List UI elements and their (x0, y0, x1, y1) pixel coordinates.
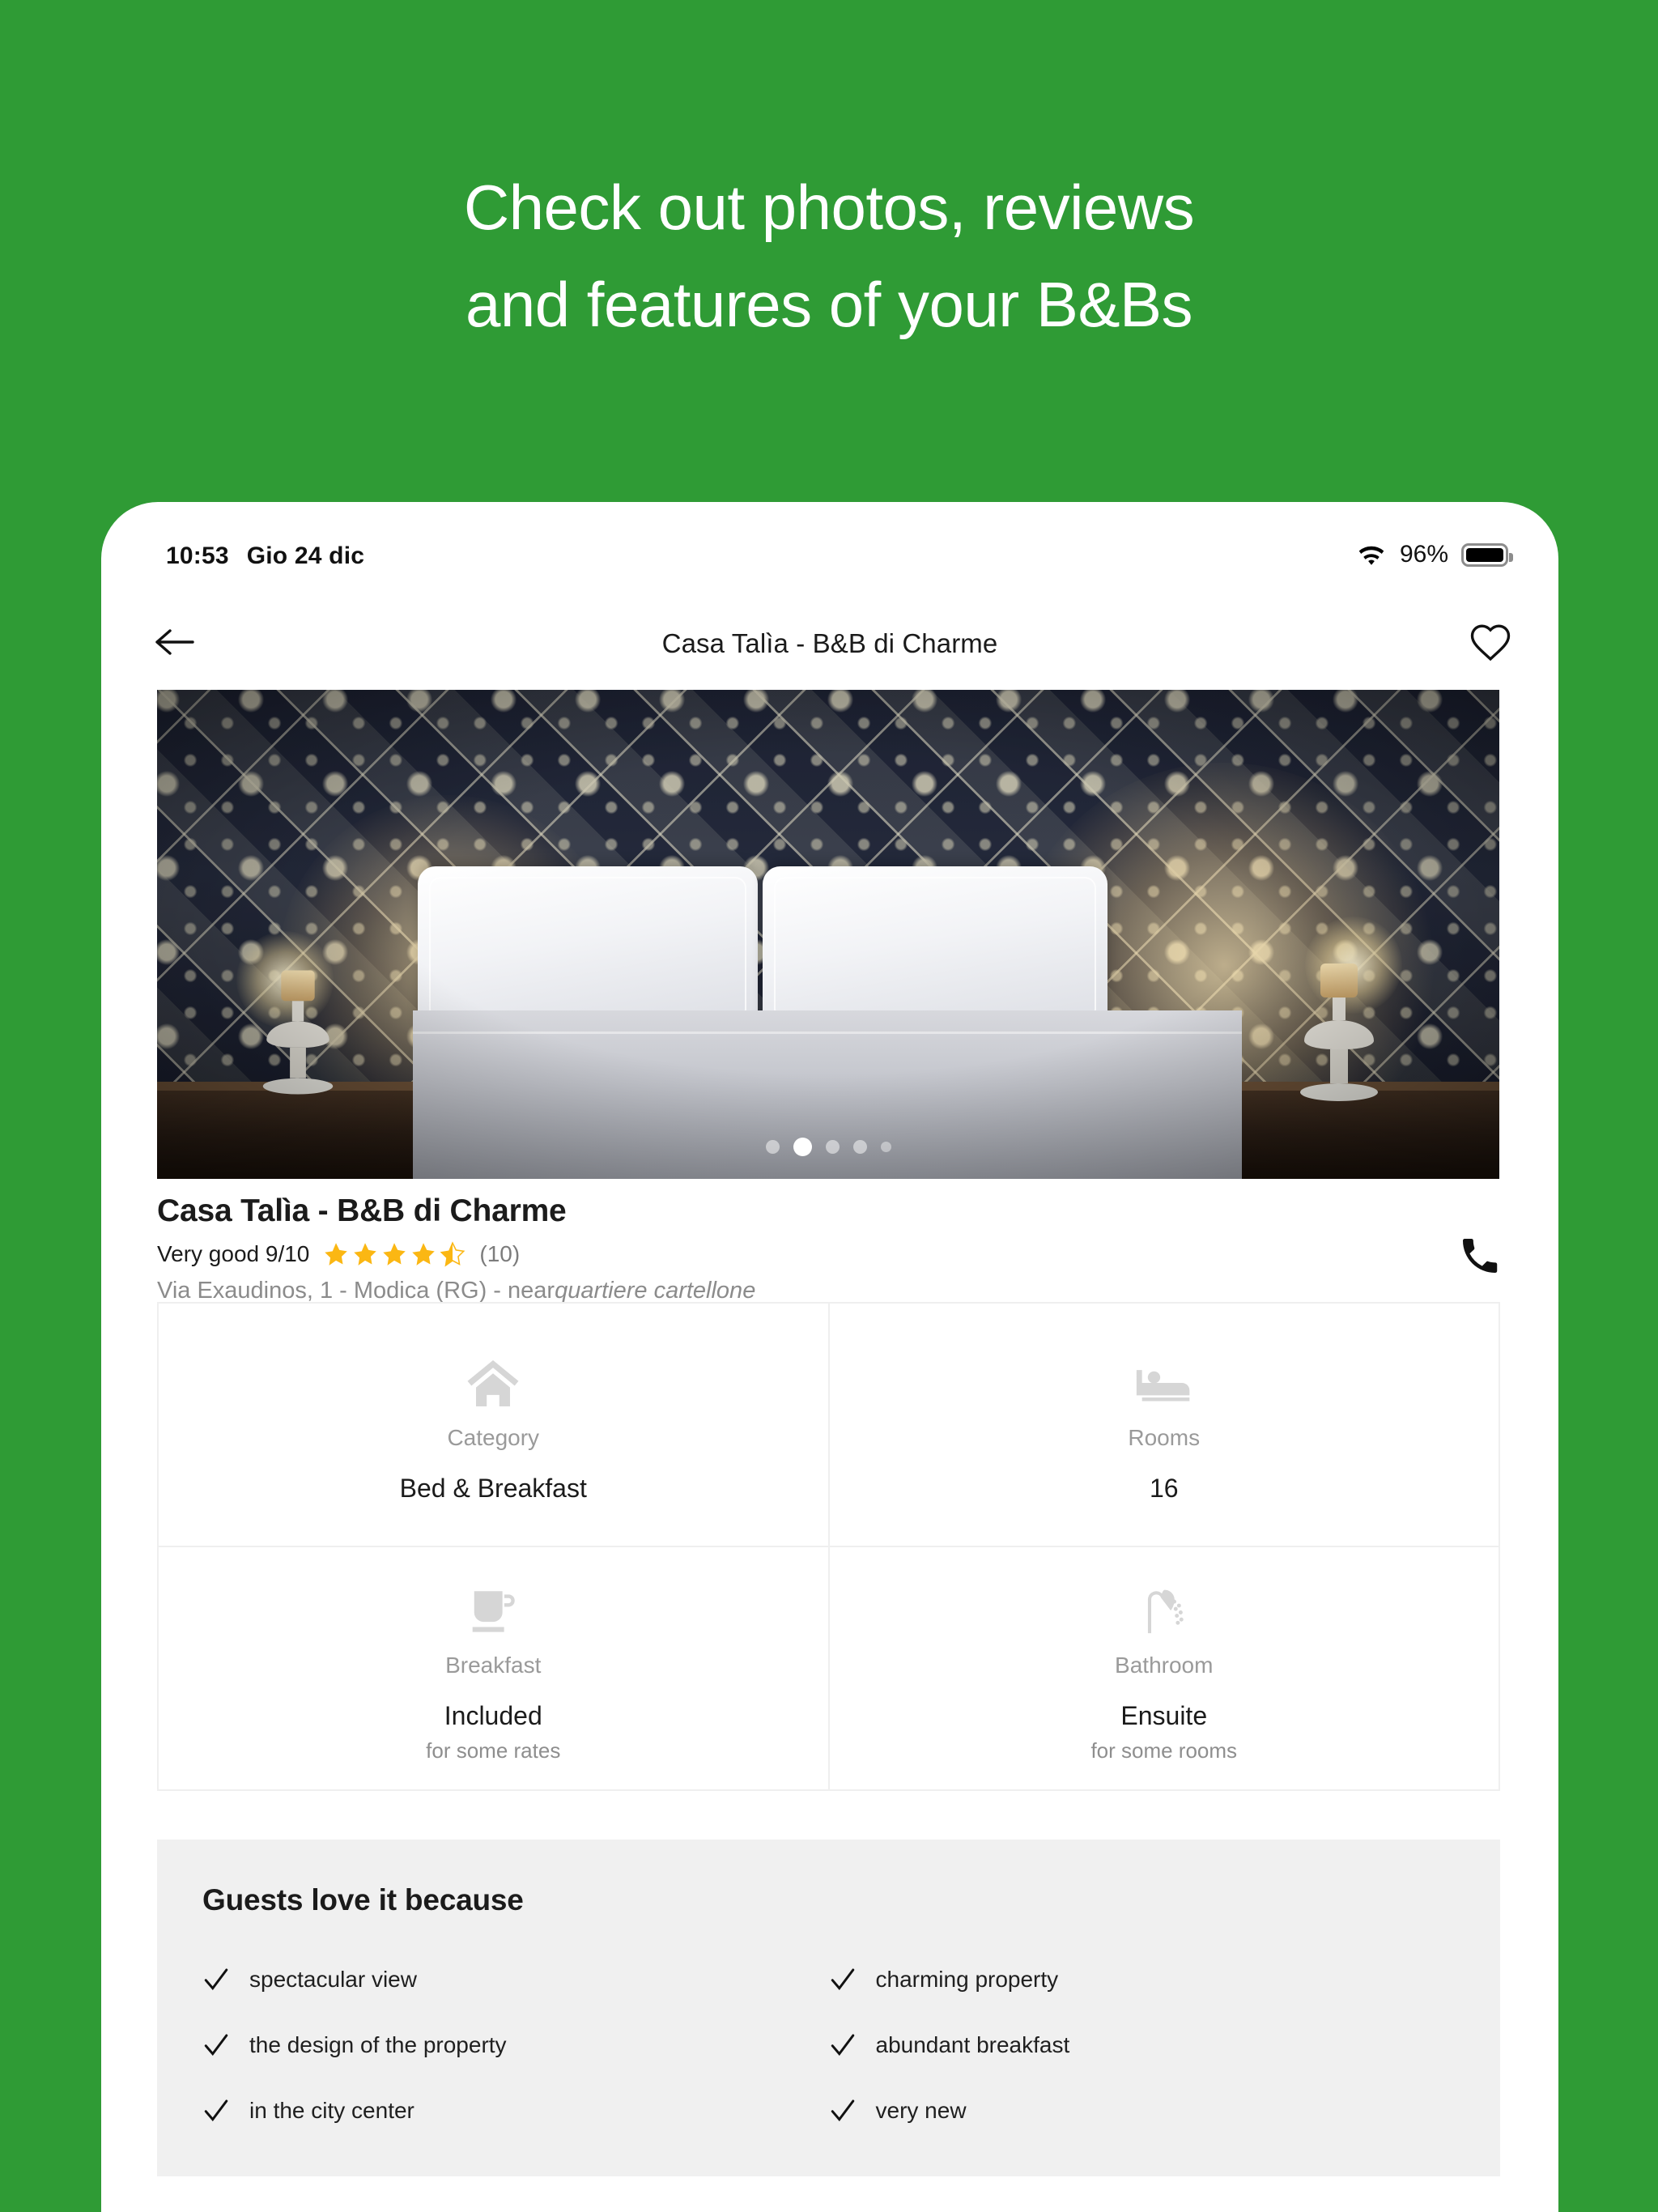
address-street: Via Exaudinos, 1 - Modica (RG) - near (157, 1278, 555, 1304)
carousel-dot[interactable] (825, 1140, 840, 1154)
list-item: very new (829, 2097, 1456, 2125)
promo-headline-line2: and features of your B&Bs (465, 269, 1193, 340)
coffee-cup-icon (467, 1573, 519, 1636)
phone-icon (1457, 1233, 1503, 1283)
list-item-label: in the city center (249, 2098, 414, 2123)
carousel-dot[interactable] (880, 1142, 891, 1152)
wifi-icon (1356, 542, 1387, 567)
property-rating: Very good 9/10 (10) (157, 1240, 520, 1268)
check-icon (202, 1966, 230, 1993)
star-rating (322, 1240, 466, 1268)
guests-love-list: spectacular view charming property the d… (202, 1966, 1455, 2125)
check-icon (829, 2031, 857, 2059)
bed-icon (1134, 1346, 1194, 1409)
list-item-label: spectacular view (249, 1967, 417, 1992)
feature-sub: for some rates (426, 1738, 561, 1763)
photo-carousel[interactable] (157, 690, 1499, 1179)
feature-label: Breakfast (445, 1653, 542, 1678)
list-item: the design of the property (202, 2031, 829, 2059)
promo-headline-line1: Check out photos, reviews (463, 172, 1195, 243)
list-item-label: the design of the property (249, 2032, 507, 2057)
guests-love-section: Guests love it because spectacular view … (157, 1840, 1500, 2176)
page-title: Casa Talìa - B&B di Charme (661, 628, 998, 658)
device-frame: 10:53 Gio 24 dic 96% Casa Talìa - B&B di… (101, 502, 1558, 2212)
property-name: Casa Talìa - B&B di Charme (157, 1193, 567, 1228)
check-icon (829, 1966, 857, 1993)
battery-percent: 96% (1399, 541, 1448, 568)
list-item-label: abundant breakfast (875, 2032, 1070, 2057)
promo-screenshot: Check out photos, reviews and features o… (0, 0, 1658, 2212)
check-icon (829, 2097, 857, 2125)
carousel-dot[interactable] (852, 1140, 867, 1154)
review-count: (10) (479, 1241, 521, 1266)
list-item: abundant breakfast (829, 2031, 1456, 2059)
shower-icon (1138, 1573, 1190, 1636)
carousel-dot-active[interactable] (793, 1138, 812, 1156)
status-time: 10:53 (166, 542, 229, 569)
feature-value: Included (444, 1701, 542, 1730)
list-item: charming property (829, 1966, 1456, 1993)
feature-label: Bathroom (1115, 1653, 1214, 1678)
list-item-label: charming property (875, 1967, 1059, 1992)
property-address: Via Exaudinos, 1 - Modica (RG) - nearqua… (157, 1278, 755, 1304)
feature-cell-breakfast: Breakfast Included for some rates (159, 1547, 830, 1791)
status-bar: 10:53 Gio 24 dic 96% (101, 502, 1558, 598)
check-icon (202, 2097, 230, 2125)
list-item: in the city center (202, 2097, 829, 2125)
carousel-dot[interactable] (765, 1140, 780, 1154)
check-icon (202, 2031, 230, 2059)
star-filled-icon (325, 1243, 348, 1266)
feature-cell-category: Category Bed & Breakfast (159, 1304, 830, 1547)
home-icon (464, 1346, 522, 1409)
rating-score: Very good 9/10 (157, 1241, 310, 1266)
feature-label: Rooms (1128, 1425, 1201, 1450)
carousel-dots[interactable] (157, 1138, 1499, 1156)
star-filled-icon (412, 1243, 436, 1266)
address-area: quartiere cartellone (555, 1278, 756, 1304)
feature-value: Bed & Breakfast (399, 1474, 587, 1503)
promo-headline: Check out photos, reviews and features o… (0, 159, 1658, 353)
battery-icon (1461, 542, 1513, 567)
status-bar-right: 96% (1356, 541, 1513, 568)
star-filled-icon (354, 1243, 377, 1266)
call-button[interactable] (1448, 1226, 1511, 1289)
heart-outline-icon (1469, 622, 1512, 666)
star-filled-icon (383, 1243, 406, 1266)
status-date: Gio 24 dic (246, 542, 365, 569)
feature-cell-bathroom: Bathroom Ensuite for some rooms (829, 1547, 1500, 1791)
feature-label: Category (447, 1425, 540, 1450)
guests-love-title: Guests love it because (202, 1883, 524, 1916)
feature-value: Ensuite (1120, 1701, 1208, 1730)
favorite-button[interactable] (1465, 619, 1516, 669)
nav-bar: Casa Talìa - B&B di Charme (101, 598, 1558, 690)
feature-grid: Category Bed & Breakfast Rooms 16 Breakf… (157, 1302, 1500, 1791)
feature-sub: for some rooms (1090, 1738, 1238, 1763)
list-item: spectacular view (202, 1966, 829, 1993)
property-photo (157, 690, 1499, 1179)
feature-cell-rooms: Rooms 16 (829, 1304, 1500, 1547)
feature-value: 16 (1149, 1474, 1179, 1503)
star-half-icon (440, 1241, 466, 1267)
status-bar-left: 10:53 Gio 24 dic (166, 542, 364, 570)
list-item-label: very new (875, 2098, 967, 2123)
